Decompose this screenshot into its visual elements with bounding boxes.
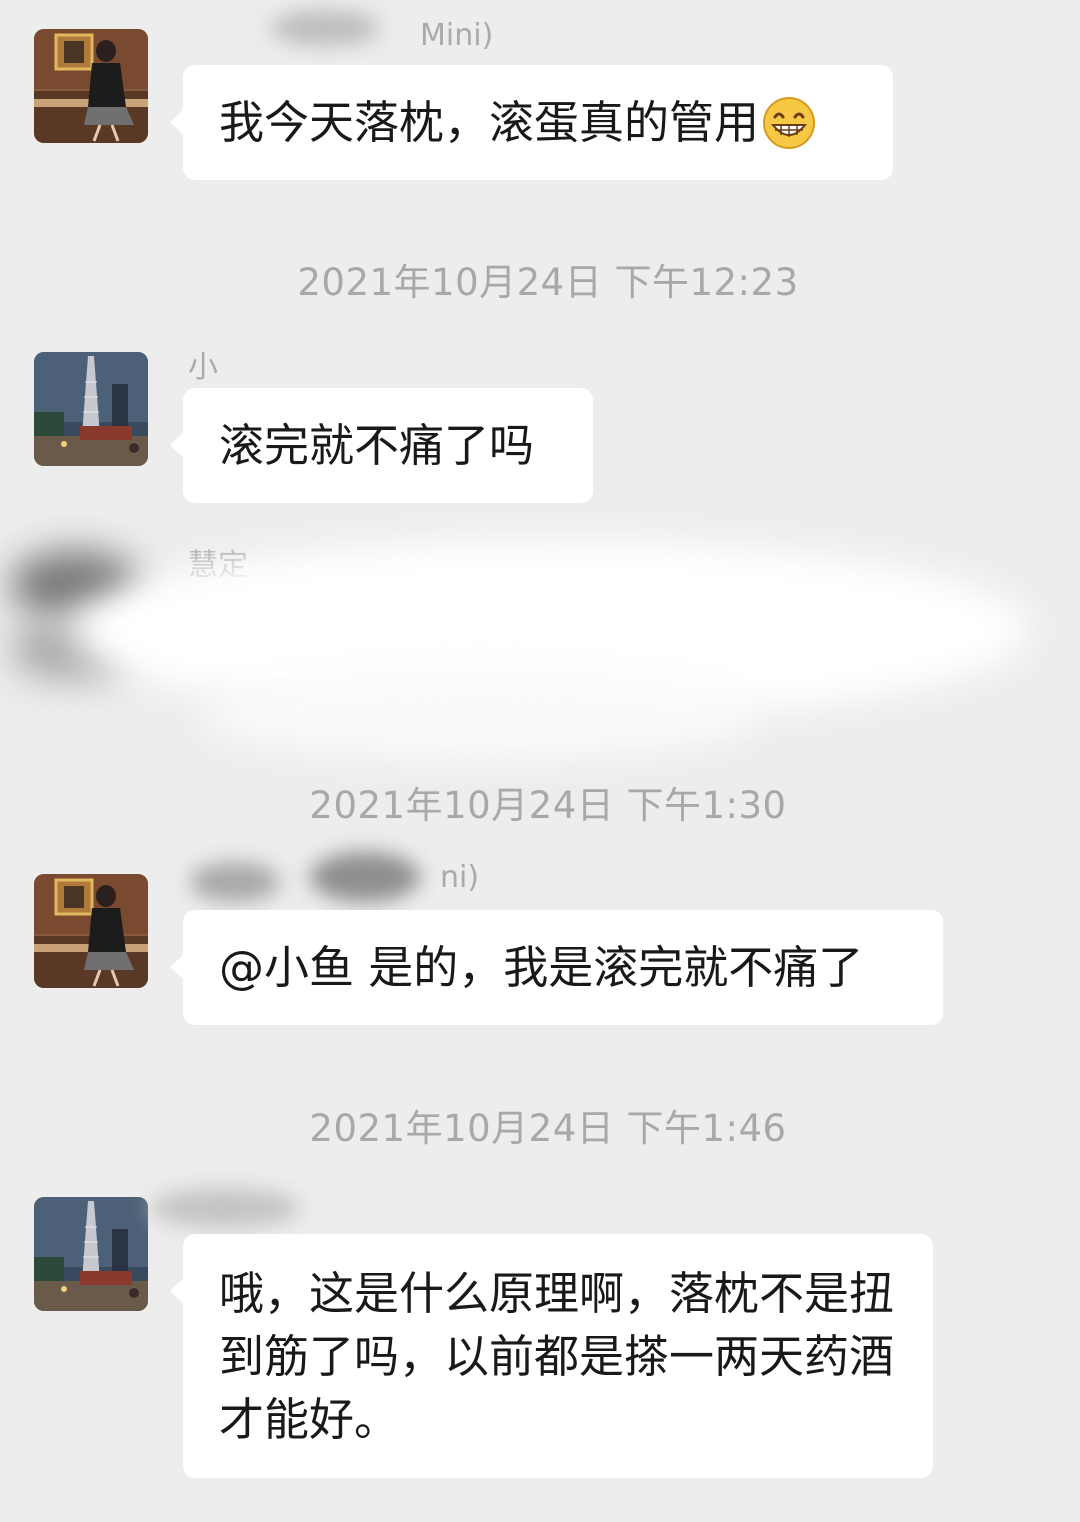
sender-name: ni): [440, 860, 480, 895]
sender-name: 小: [188, 350, 218, 385]
message-text: 哦，这是什么原理啊，落枕不是扭到筋了吗，以前都是搽一两天药酒才能好。: [219, 1266, 895, 1446]
redaction-smudge: [200, 670, 760, 760]
message-bubble[interactable]: 我今天落枕，滚蛋真的管用: [170, 65, 893, 180]
chat-history: Mini) 我今天落枕，滚蛋真的管用 2021年10月24日 下午12:23 小…: [0, 0, 1080, 1522]
message-timestamp: 2021年10月24日 下午12:23: [297, 261, 799, 304]
message-text: 我今天落枕，滚蛋真的管用: [219, 95, 760, 149]
message-text: 滚完就不痛了吗: [219, 418, 535, 472]
message-bubble[interactable]: 哦，这是什么原理啊，落枕不是扭到筋了吗，以前都是搽一两天药酒才能好。: [170, 1234, 933, 1478]
message-timestamp: 2021年10月24日 下午1:46: [309, 1107, 787, 1150]
city-tower-night-avatar[interactable]: [34, 352, 148, 466]
grinning-face-emoji-icon: [761, 95, 817, 151]
sender-name: Mini): [420, 18, 494, 53]
message-bubble[interactable]: @小鱼 是的，我是滚完就不痛了: [170, 910, 943, 1025]
woman-portrait-avatar[interactable]: [34, 874, 148, 988]
message-timestamp: 2021年10月24日 下午1:30: [309, 784, 787, 827]
sender-name-redaction: [150, 1188, 300, 1228]
sender-name-redaction: [310, 852, 420, 902]
city-tower-night-avatar[interactable]: [34, 1197, 148, 1311]
sender-name-redaction: [270, 10, 380, 46]
message-bubble[interactable]: 滚完就不痛了吗: [170, 388, 593, 503]
redacted-message: [0, 520, 1080, 770]
sender-name-redaction: [190, 862, 280, 902]
message-text: @小鱼 是的，我是滚完就不痛了: [219, 940, 864, 994]
woman-portrait-avatar[interactable]: [34, 29, 148, 143]
